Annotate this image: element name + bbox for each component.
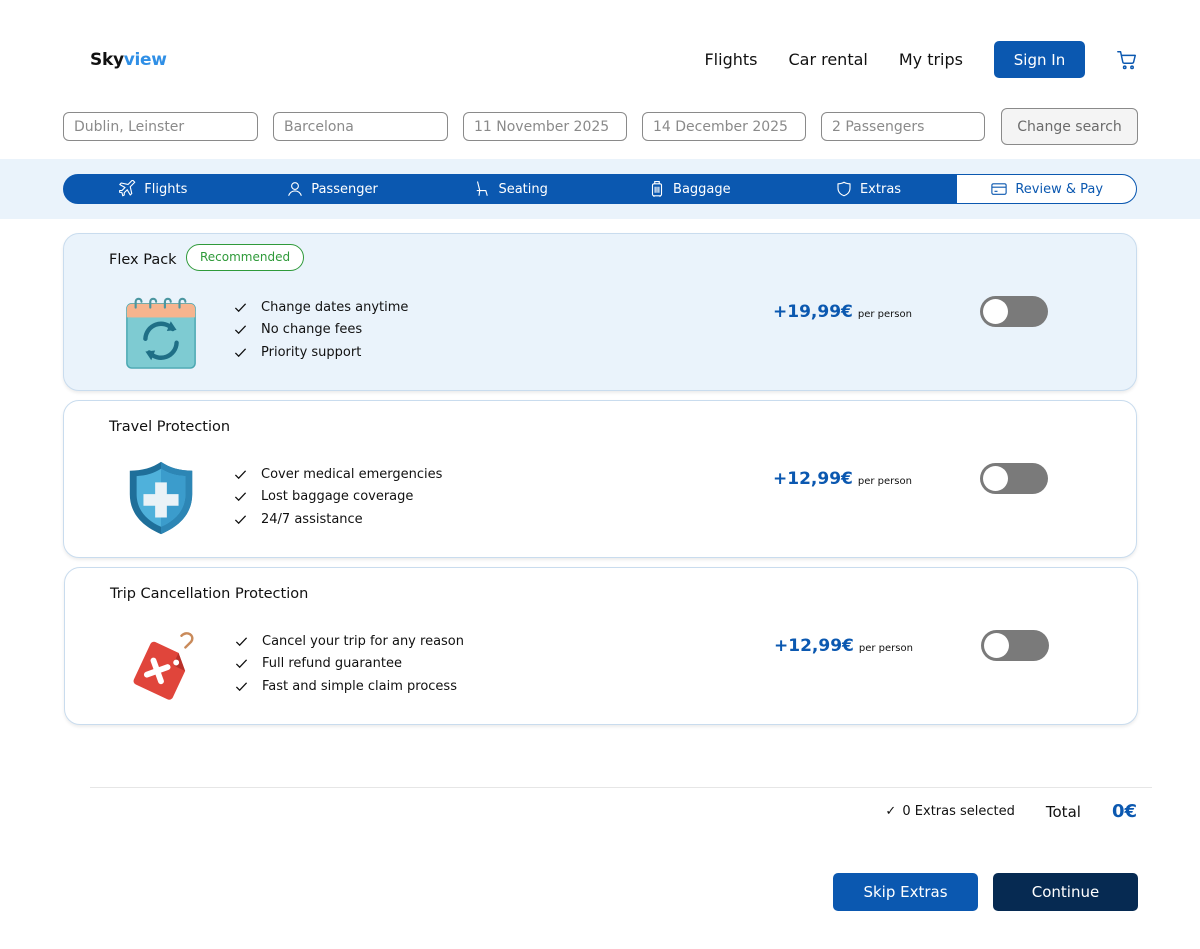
extras-selected-count: ✓ 0 Extras selected — [885, 804, 1015, 819]
check-icon — [234, 470, 247, 479]
check-icon — [235, 659, 248, 669]
nav-link-car-rental[interactable]: Car rental — [788, 50, 867, 69]
skip-extras-button[interactable]: Skip Extras — [833, 873, 978, 911]
step-seating[interactable]: Seating — [421, 175, 600, 203]
sign-in-button[interactable]: Sign In — [994, 41, 1085, 78]
plane-icon — [119, 180, 136, 197]
price-unit: per person — [858, 643, 913, 654]
footer-divider — [90, 787, 1152, 788]
feature-text: No change fees — [261, 322, 363, 338]
nav-link-my-trips[interactable]: My trips — [899, 50, 963, 69]
feature-text: Change dates anytime — [261, 299, 409, 315]
search-bar: Change search — [63, 108, 1138, 145]
brand-logo-part1: Sky — [90, 50, 124, 70]
check-icon — [235, 637, 248, 646]
extra-card-trip-cancellation: Trip Cancellation Protection Cancel your… — [64, 567, 1138, 725]
feature-text: Cancel your trip for any reason — [262, 633, 465, 649]
step-label: Baggage — [673, 181, 731, 197]
feature-text: Priority support — [261, 344, 362, 360]
cart-icon[interactable] — [1116, 49, 1138, 71]
price: +12,99€ per person — [773, 469, 912, 489]
step-label: Flights — [144, 181, 188, 197]
checkmark-icon: ✓ — [885, 804, 897, 819]
cancel-tag-icon — [133, 632, 194, 700]
feature-list: Cancel your trip for any reason Full ref… — [235, 630, 464, 698]
step-label: Seating — [498, 181, 548, 197]
passengers-input[interactable] — [821, 112, 985, 141]
feature-text: Fast and simple claim process — [262, 678, 457, 694]
feature-list: Change dates anytime No change fees Prio… — [234, 296, 408, 364]
feature-item: Fast and simple claim process — [235, 675, 464, 698]
flex-pack-toggle[interactable] — [980, 296, 1048, 327]
feature-item: Lost baggage coverage — [234, 486, 442, 509]
calendar-refresh-icon — [126, 297, 196, 369]
step-review-pay[interactable]: Review & Pay — [957, 175, 1136, 203]
total-value: 0€ — [1111, 801, 1137, 822]
top-nav: Flights Car rental My trips Sign In — [704, 41, 1138, 78]
nav-link-flights[interactable]: Flights — [704, 50, 757, 69]
feature-text: Cover medical emergencies — [261, 466, 443, 482]
toggle-knob — [983, 299, 1008, 324]
trip-cancellation-toggle[interactable] — [981, 630, 1049, 661]
toggle-knob — [983, 466, 1008, 491]
total-label: Total — [1045, 802, 1081, 821]
destination-input[interactable] — [273, 112, 448, 141]
recommended-badge: Recommended — [186, 244, 305, 271]
luggage-icon — [651, 180, 663, 197]
seat-icon — [477, 181, 489, 196]
extra-card-flex-pack: Flex Pack Recommended Change dates anyti… — [63, 233, 1137, 391]
feature-text: Full refund guarantee — [262, 656, 402, 672]
step-passenger[interactable]: Passenger — [243, 175, 422, 203]
price-unit: per person — [857, 309, 912, 320]
medical-shield-icon — [129, 461, 193, 535]
check-icon — [234, 348, 247, 357]
brand-logo-part2: view — [123, 50, 167, 70]
step-label: Extras — [859, 181, 902, 197]
price: +12,99€ per person — [774, 636, 913, 656]
feature-item: Cover medical emergencies — [234, 463, 442, 486]
step-extras[interactable]: Extras — [779, 175, 958, 203]
step-flights[interactable]: Flights — [64, 175, 243, 203]
feature-text: 24/7 assistance — [261, 511, 363, 527]
brand-logo[interactable]: Skyview — [90, 50, 167, 70]
check-icon — [234, 325, 247, 335]
price-amount: +19,99€ — [773, 302, 853, 322]
feature-item: Cancel your trip for any reason — [235, 630, 464, 653]
feature-item: Full refund guarantee — [235, 653, 464, 676]
price-unit: per person — [857, 476, 912, 487]
price-amount: +12,99€ — [773, 469, 853, 489]
travel-protection-toggle[interactable] — [980, 463, 1048, 494]
booking-steps: Flights Passenger Seating Baggage Extras… — [63, 174, 1137, 204]
origin-input[interactable] — [63, 112, 258, 141]
feature-item: No change fees — [234, 319, 408, 342]
check-icon — [234, 303, 247, 312]
card-title: Travel Protection — [109, 419, 231, 435]
shield-icon — [837, 181, 851, 197]
price: +19,99€ per person — [773, 302, 912, 322]
step-label: Passenger — [311, 181, 378, 197]
change-search-button[interactable]: Change search — [1001, 108, 1138, 145]
extras-selected-text: 0 Extras selected — [902, 804, 1015, 819]
check-icon — [234, 492, 247, 502]
feature-item: Priority support — [234, 341, 408, 364]
feature-list: Cover medical emergencies Lost baggage c… — [234, 463, 442, 531]
card-icon — [991, 183, 1008, 195]
check-icon — [235, 682, 248, 691]
order-summary: ✓ 0 Extras selected Total 0€ — [885, 801, 1137, 822]
depart-date-input[interactable] — [463, 112, 627, 141]
return-date-input[interactable] — [642, 112, 806, 141]
feature-item: 24/7 assistance — [234, 508, 442, 531]
continue-button[interactable]: Continue — [993, 873, 1138, 911]
extra-card-travel-protection: Travel Protection Cover medical emergenc… — [63, 400, 1137, 558]
card-title: Flex Pack — [109, 252, 177, 268]
feature-text: Lost baggage coverage — [261, 489, 414, 505]
step-label: Review & Pay — [1015, 181, 1104, 197]
toggle-knob — [984, 633, 1009, 658]
user-icon — [288, 182, 303, 196]
step-baggage[interactable]: Baggage — [600, 175, 779, 203]
price-amount: +12,99€ — [774, 636, 854, 656]
card-title: Trip Cancellation Protection — [110, 586, 309, 602]
check-icon — [234, 515, 247, 524]
feature-item: Change dates anytime — [234, 296, 408, 319]
